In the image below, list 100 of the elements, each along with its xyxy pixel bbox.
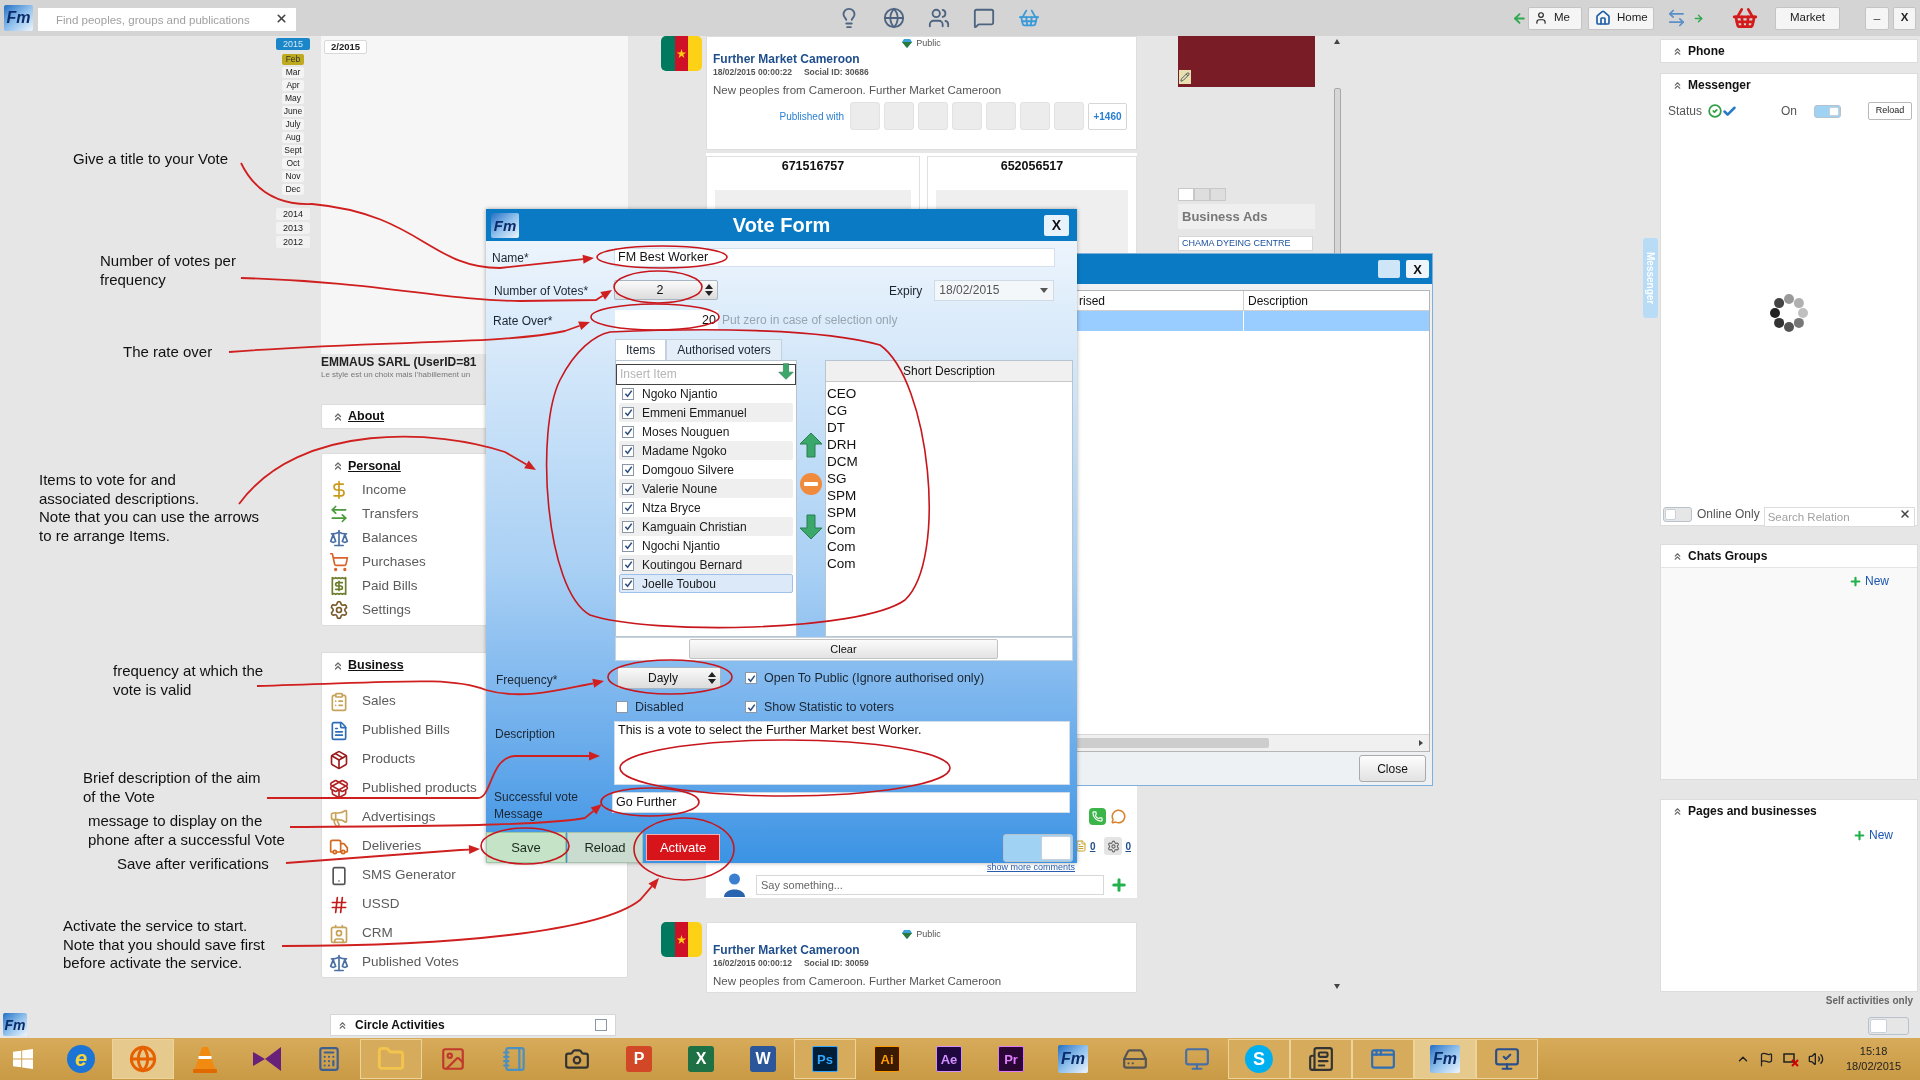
gear-icon[interactable] [1104,837,1123,855]
arrow-down-icon[interactable] [778,363,794,380]
message-field[interactable]: Go Further [612,792,1070,813]
list-row[interactable]: Kamguain Christian [619,517,793,536]
taskbar-button[interactable]: Fm [1414,1039,1476,1079]
checkbox[interactable] [622,539,634,552]
list-row[interactable]: Valerie Noune [619,479,793,498]
chevrons-up-icon[interactable] [1672,805,1683,817]
month-tab[interactable]: Mar [282,67,304,78]
taskbar-button[interactable]: Fm [1042,1039,1104,1079]
author-link[interactable]: Further Market Cameroon [713,51,860,67]
activate-button[interactable]: Activate [646,834,720,861]
checkbox[interactable] [622,520,634,533]
minimize-button[interactable]: _ [1865,6,1889,30]
show-more-link[interactable]: show more comments [986,862,1075,873]
search-field[interactable]: Search Relation [1763,507,1915,527]
comment-field[interactable]: Say something... [756,874,1104,895]
list-row[interactable]: Joelle Toubou [619,574,793,593]
arrow-left-icon[interactable] [1512,10,1527,26]
chevrons-up-icon[interactable] [332,460,344,472]
minus-circle-icon[interactable] [800,473,822,495]
list-row[interactable]: Madame Ngoko [619,441,793,460]
basket-icon[interactable] [1730,5,1760,31]
section-link[interactable]: Business [348,656,404,675]
taskbar-button[interactable]: P [608,1039,670,1079]
month-tab[interactable]: Feb [282,54,304,65]
menu-item[interactable]: Income [322,478,407,502]
phone-icon[interactable] [1089,807,1106,825]
market-button[interactable]: Market [1775,6,1840,30]
toggle-switch[interactable] [1868,1017,1909,1035]
flag-icon[interactable] [1759,1051,1774,1067]
count-link[interactable]: 0 [1089,838,1096,854]
chat-icon[interactable] [973,7,995,29]
month-tab[interactable]: July [282,119,304,130]
list-row[interactable]: Koutingou Bernard [619,555,793,574]
close-button[interactable]: X [1893,6,1916,30]
checkbox[interactable] [622,387,634,400]
tab[interactable]: Authorised voters [666,339,782,360]
year-tab[interactable]: 2012 [276,236,310,248]
save-button[interactable]: Save [486,832,566,863]
network-icon[interactable] [1783,1051,1799,1067]
month-tab[interactable]: May [282,93,304,104]
author-link[interactable]: Further Market Cameroon [713,942,860,958]
frequency-dropdown[interactable]: Dayly [617,667,721,689]
home-button[interactable]: Home [1588,6,1654,30]
close-button[interactable]: X [1406,260,1429,278]
taskbar-button[interactable] [1290,1039,1352,1079]
close-button[interactable]: X [1044,214,1069,236]
plus-icon[interactable] [1110,875,1128,894]
date-field[interactable]: 18/02/2015 [934,279,1055,301]
month-tab[interactable]: June [282,106,304,117]
description-field[interactable]: This is a vote to select the Further Market best Worker. [614,721,1070,785]
year-tab[interactable]: 2013 [276,222,310,234]
menu-item[interactable]: SMS Generator [322,861,456,890]
menu-item[interactable]: Deliveries [322,832,422,861]
year-tab[interactable]: 2014 [276,208,310,220]
taskbar-button[interactable]: Ai [856,1039,918,1079]
checkbox[interactable] [616,701,628,713]
menu-item[interactable]: Balances [322,526,418,550]
menu-item[interactable]: Advertisings [322,803,436,832]
chevrons-up-icon[interactable] [1672,79,1683,91]
name-field[interactable]: FM Best Worker [614,248,1055,267]
checkbox[interactable] [622,501,634,514]
count-link[interactable]: 0 [1125,838,1131,854]
arrow-up-icon[interactable] [799,432,823,458]
checkbox[interactable] [622,463,634,476]
month-tab[interactable]: Oct [282,158,304,169]
new-button[interactable]: New [1849,572,1889,590]
checkbox[interactable] [622,425,634,438]
menu-item[interactable]: Published Bills [322,716,450,745]
close-button[interactable]: Close [1359,755,1426,782]
menu-item[interactable]: Sales [322,687,396,716]
month-tab[interactable]: Dec [282,184,304,195]
toggle-switch[interactable] [1003,833,1073,862]
taskbar-button[interactable]: Ps [794,1039,856,1079]
checkbox[interactable] [622,406,634,419]
month-tab[interactable]: Nov [282,171,304,182]
menu-item[interactable]: USSD [322,890,400,919]
me-button[interactable]: Me [1528,6,1582,30]
new-button[interactable]: New [1853,826,1893,844]
taskbar-button[interactable]: Pr [980,1039,1042,1079]
tab[interactable]: Items [615,339,667,360]
toggle-switch[interactable] [1663,506,1692,522]
taskbar-button[interactable]: W [732,1039,794,1079]
chevrons-up-icon[interactable] [337,1019,348,1031]
menu-item[interactable]: Published Votes [322,948,459,977]
close-icon[interactable] [1899,508,1911,520]
menu-item[interactable]: Purchases [322,550,426,574]
checkbox[interactable] [595,1019,607,1031]
section-link[interactable]: About [348,407,385,426]
taskbar-button[interactable]: X [670,1039,732,1079]
checkbox[interactable] [622,577,634,590]
ad-link[interactable]: CHAMA DYEING CENTRE [1178,236,1313,251]
insert-item-field[interactable]: Insert Item [616,363,796,385]
month-tab[interactable]: Sept [282,145,304,156]
users-icon[interactable] [928,7,950,29]
toggle-switch[interactable] [1814,104,1842,118]
checkbox[interactable] [622,444,634,457]
checkbox[interactable] [745,701,757,713]
menu-item[interactable]: Published products [322,774,477,803]
